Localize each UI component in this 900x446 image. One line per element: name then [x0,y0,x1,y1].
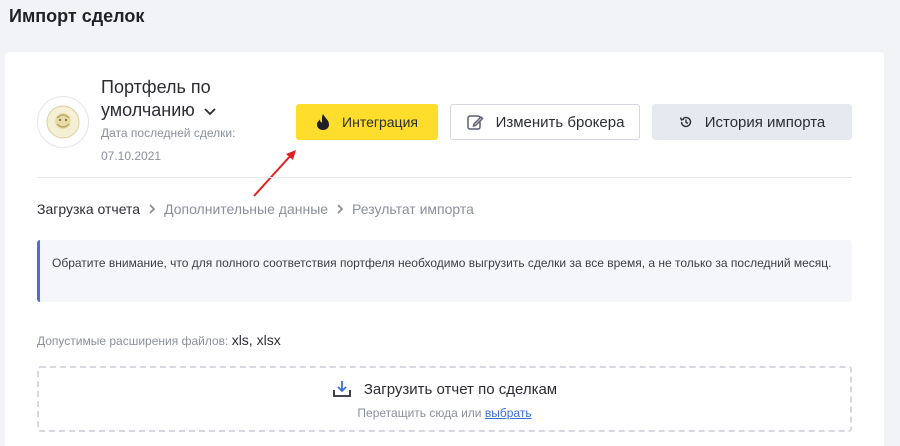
allowed-extensions: Допустимые расширения файлов: xls, xlsx [37,332,281,348]
integration-label: Интеграция [342,114,418,130]
notice-box: Обратите внимание, что для полного соотв… [37,240,852,302]
extensions-label: Допустимые расширения файлов: [37,334,229,348]
last-deal-date: 07.10.2021 [101,149,162,163]
edit-icon [466,113,484,131]
integration-button[interactable]: Интеграция [296,104,438,140]
file-dropzone[interactable]: Загрузить отчет по сделкам Перетащить сю… [37,366,852,432]
dropzone-title-row: Загрузить отчет по сделкам [39,380,850,398]
portfolio-selector[interactable]: Портфель по умолчанию [101,76,271,123]
import-history-label: История импорта [704,113,826,131]
upload-icon [332,380,352,398]
page-title: Импорт сделок [9,6,145,26]
chevron-right-icon [147,203,157,215]
import-history-button[interactable]: История импорта [652,104,852,140]
notice-text: Обратите внимание, что для полного соотв… [52,256,832,270]
dropzone-hint: Перетащить сюда или [357,406,482,420]
bank-logo-icon [46,105,80,139]
step-import-result: Результат импорта [352,201,474,217]
step-additional-data: Дополнительные данные [164,201,329,217]
portfolio-avatar [37,96,89,148]
portfolio-name: Портфель по умолчанию [101,77,211,120]
step-upload-report: Загрузка отчета [37,201,141,217]
last-deal-label: Дата последней сделки: [101,126,236,140]
header-divider [37,177,852,178]
dropzone-hint-row: Перетащить сюда или выбрать [39,406,850,420]
change-broker-button[interactable]: Изменить брокера [450,104,640,140]
import-card: Портфель по умолчанию Дата последней сде… [5,52,884,446]
history-icon [679,115,693,129]
chevron-right-icon [335,203,345,215]
pointer-arrow-icon [253,150,296,197]
extensions-value: xls, xlsx [231,332,281,348]
chevron-down-icon [203,100,217,123]
change-broker-label: Изменить брокера [495,113,625,131]
flame-icon [316,113,330,131]
dropzone-title: Загрузить отчет по сделкам [363,380,558,398]
choose-file-link[interactable]: выбрать [485,406,532,420]
import-steps: Загрузка отчета Дополнительные данные Ре… [37,201,474,217]
